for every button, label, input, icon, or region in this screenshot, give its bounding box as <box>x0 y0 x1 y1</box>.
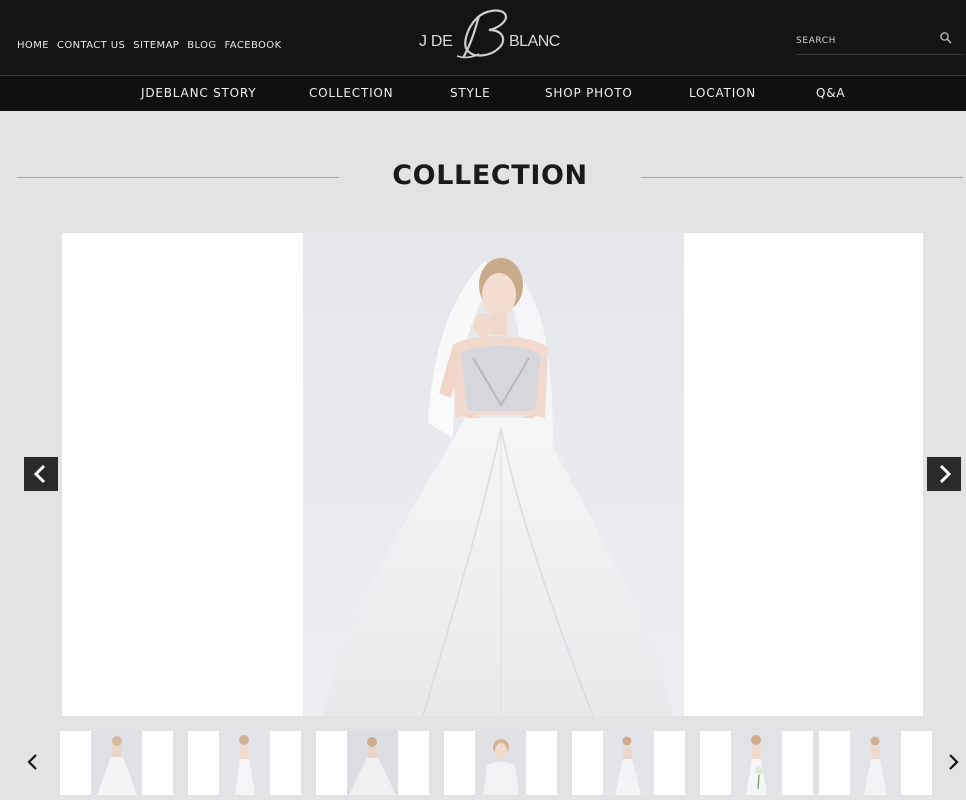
logo-text-right: BLANC <box>509 33 560 50</box>
nav-item-jdeblanc-story[interactable]: JDEBLANC STORY <box>141 86 256 100</box>
logo-text-left: J DE <box>419 33 453 50</box>
nav-item-qa[interactable]: Q&A <box>816 86 845 100</box>
site-logo[interactable]: J DE BLANC <box>419 6 564 66</box>
top-link-facebook[interactable]: FACEBOOK <box>225 40 282 51</box>
thumbnail-2[interactable] <box>188 731 301 795</box>
search-box <box>796 30 964 55</box>
top-link-home[interactable]: HOME <box>17 40 49 51</box>
thumbnail-photo <box>731 731 782 795</box>
title-divider-left <box>17 177 339 178</box>
thumbs-prev-button[interactable] <box>26 753 40 771</box>
top-link-contact-us[interactable]: CONTACT US <box>57 40 125 51</box>
thumbnail-photo <box>91 731 142 795</box>
nav-item-style[interactable]: STYLE <box>450 86 491 100</box>
site-header: HOME CONTACT US SITEMAP BLOG FACEBOOK J … <box>0 0 966 75</box>
thumbnail-photo <box>475 731 526 795</box>
chevron-right-icon <box>939 464 952 484</box>
gallery-main-panel <box>62 233 923 716</box>
chevron-left-icon <box>33 464 46 484</box>
search-input[interactable] <box>796 34 934 48</box>
slide-prev-button[interactable] <box>24 457 58 491</box>
slide-next-button[interactable] <box>927 457 961 491</box>
bride-photo-illustration <box>303 233 684 716</box>
nav-item-location[interactable]: LOCATION <box>689 86 756 100</box>
top-link-blog[interactable]: BLOG <box>187 40 216 51</box>
title-divider-right <box>641 177 963 178</box>
nav-item-shop-photo[interactable]: SHOP PHOTO <box>545 86 633 100</box>
thumbnail-photo <box>219 731 270 795</box>
thumbnail-5[interactable] <box>572 731 685 795</box>
thumbnail-4[interactable] <box>444 731 557 795</box>
thumbnail-photo <box>603 731 654 795</box>
thumbnail-3[interactable] <box>316 731 429 795</box>
top-links: HOME CONTACT US SITEMAP BLOG FACEBOOK <box>17 40 282 51</box>
top-link-sitemap[interactable]: SITEMAP <box>133 40 179 51</box>
main-nav: JDEBLANC STORY COLLECTION STYLE SHOP PHO… <box>0 75 966 111</box>
thumbnail-1[interactable] <box>60 731 173 795</box>
search-icon[interactable] <box>939 31 953 45</box>
thumbnail-6[interactable] <box>700 731 813 795</box>
main-photo[interactable] <box>303 233 684 716</box>
thumbnail-photo <box>347 731 398 795</box>
thumbnail-photo <box>850 731 901 795</box>
nav-item-collection[interactable]: COLLECTION <box>309 86 393 100</box>
thumbs-next-button[interactable] <box>946 753 960 771</box>
logo-monogram-b <box>456 9 507 59</box>
thumbnail-7[interactable] <box>819 731 932 795</box>
page-title: COLLECTION <box>392 160 588 191</box>
